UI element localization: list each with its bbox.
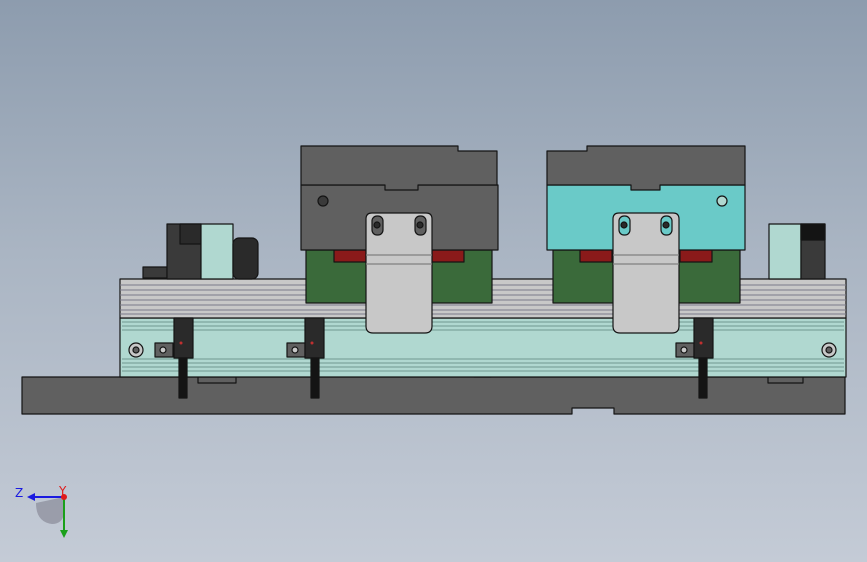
cad-model-canvas: Z Y	[15, 145, 847, 538]
end-block-left-teal	[200, 223, 234, 280]
clamp-block-left-upper	[300, 145, 498, 191]
clamp-left-red-pad-2	[431, 249, 465, 263]
orientation-triad: Z Y	[15, 484, 68, 538]
axis-y-label: Y	[58, 484, 67, 498]
cad-viewport[interactable]: Z Y	[0, 0, 867, 562]
clamp-block-right-upper	[546, 145, 746, 191]
clamp-right-red-pad-2	[679, 249, 713, 263]
clamp-right-red-pad-1	[579, 249, 613, 263]
axis-z-label: Z	[15, 486, 23, 500]
base-plate	[21, 376, 846, 415]
end-block-left-round	[232, 237, 259, 280]
fixture-rail-lower	[119, 317, 847, 378]
end-block-right-teal	[768, 223, 802, 280]
end-block-left-small	[142, 266, 168, 279]
clamp-left-red-pad-1	[333, 249, 367, 263]
